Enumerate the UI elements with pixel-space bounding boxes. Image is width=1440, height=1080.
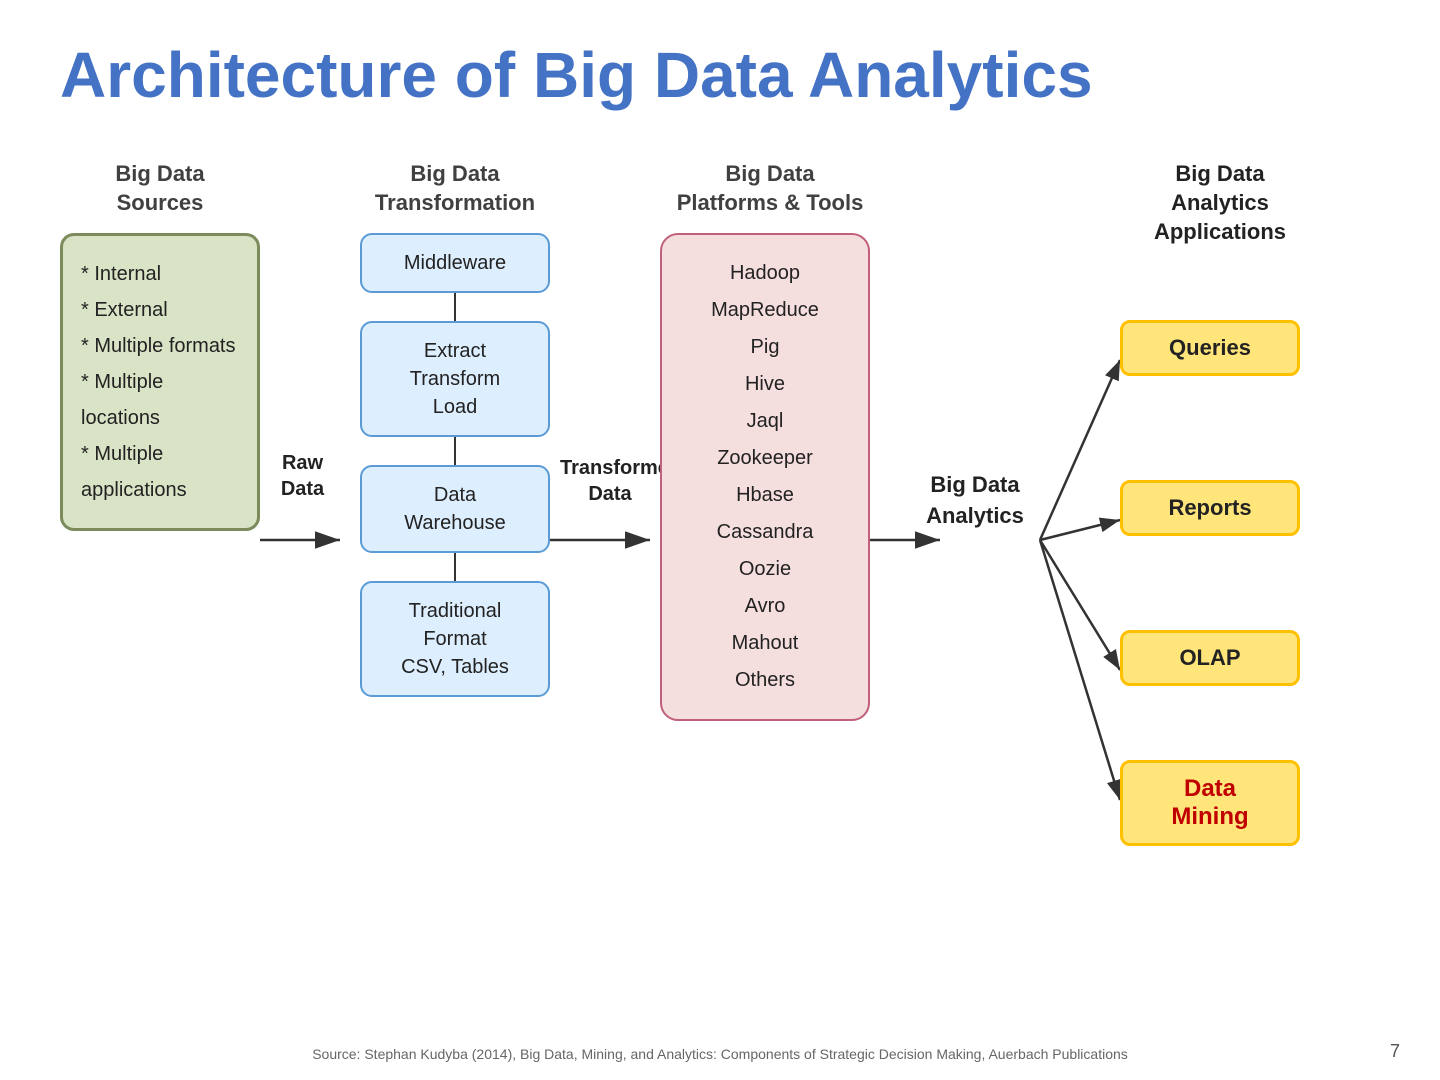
page-container: Architecture of Big Data Analytics — [0, 0, 1440, 1080]
diagram-wrapper: Big Data Sources * Internal * External *… — [60, 160, 1380, 880]
sources-header: Big Data Sources — [60, 160, 260, 217]
analytics-label: Big Data Analytics — [905, 470, 1045, 532]
page-number: 7 — [1390, 1041, 1400, 1062]
page-title: Architecture of Big Data Analytics — [60, 40, 1380, 110]
platform-item-1: Hadoop — [686, 255, 844, 292]
etl-box: Extract Transform Load — [360, 321, 550, 437]
platform-item-7: Hbase — [686, 477, 844, 514]
sources-box: * Internal * External * Multiple formats… — [60, 233, 260, 531]
data-mining-box: Data Mining — [1120, 760, 1300, 846]
platform-item-5: Jaql — [686, 403, 844, 440]
platform-item-4: Hive — [686, 366, 844, 403]
platform-item-2: MapReduce — [686, 292, 844, 329]
platform-item-8: Cassandra — [686, 514, 844, 551]
reports-box: Reports — [1120, 480, 1300, 536]
queries-box: Queries — [1120, 320, 1300, 376]
middleware-box: Middleware — [360, 233, 550, 293]
footer: Source: Stephan Kudyba (2014), Big Data,… — [0, 1046, 1440, 1062]
raw-data-label: Raw Data — [265, 450, 340, 502]
platform-item-11: Mahout — [686, 625, 844, 662]
source-item-4: * Multiple locations — [81, 364, 239, 436]
traditional-format-box: Traditional Format CSV, Tables — [360, 581, 550, 697]
sources-column: Big Data Sources * Internal * External *… — [60, 160, 260, 530]
platform-item-9: Oozie — [686, 551, 844, 588]
platforms-column: Big Data Platforms & Tools Hadoop MapRed… — [660, 160, 880, 720]
transformation-column: Big Data Transformation Middleware Extra… — [350, 160, 560, 696]
platforms-header: Big Data Platforms & Tools — [660, 160, 880, 217]
platforms-box: Hadoop MapReduce Pig Hive Jaql Zookeeper… — [660, 233, 870, 721]
applications-header: Big Data Analytics Applications — [1120, 160, 1320, 246]
vert-line-1 — [454, 293, 456, 321]
transformation-header: Big Data Transformation — [350, 160, 560, 217]
platform-item-12: Others — [686, 662, 844, 699]
platform-item-3: Pig — [686, 329, 844, 366]
source-item-5: * Multiple applications — [81, 436, 239, 508]
source-item-3: * Multiple formats — [81, 328, 239, 364]
transformed-data-label: Transformed Data — [560, 455, 660, 507]
vert-line-2 — [454, 437, 456, 465]
data-warehouse-box: Data Warehouse — [360, 465, 550, 553]
olap-box: OLAP — [1120, 630, 1300, 686]
platform-item-10: Avro — [686, 588, 844, 625]
vert-line-3 — [454, 553, 456, 581]
source-item-2: * External — [81, 292, 239, 328]
platform-item-6: Zookeeper — [686, 440, 844, 477]
source-item-1: * Internal — [81, 256, 239, 292]
